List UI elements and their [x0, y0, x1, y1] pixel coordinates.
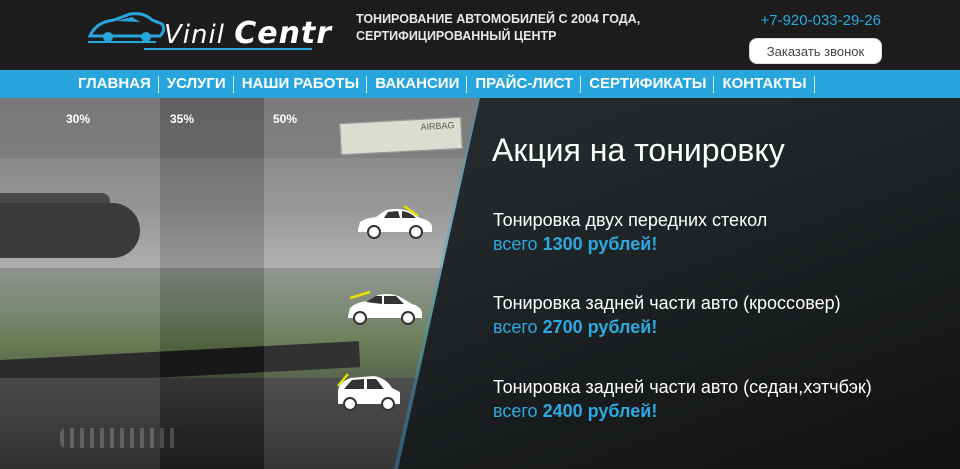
offer-price-prefix: всего — [493, 234, 538, 254]
offer-crossover-rear: Тонировка задней части авто (кроссовер) … — [493, 291, 841, 339]
offer-price-value: 2400 рублей! — [542, 401, 658, 421]
promo-title: Акция на тонировку — [492, 132, 785, 168]
nav-item-portfolio[interactable]: Наши работы — [234, 70, 368, 98]
site-header: Vinil Centr Тонирование автомобилей с 20… — [0, 0, 960, 70]
offer-price-value: 2700 рублей! — [542, 317, 658, 337]
hatchback-rear-icon — [337, 373, 400, 411]
offer-front-windows: Тонировка двух передних стекол всего 130… — [493, 208, 767, 256]
offer-price: всего 2700 рублей! — [493, 315, 841, 339]
site-logo[interactable]: Vinil Centr — [86, 6, 331, 51]
nav-item-contacts[interactable]: Контакты — [714, 70, 815, 98]
nav-list: Главная Услуги Наши работы Вакансии Прай… — [70, 70, 815, 98]
offer-name: Тонировка задней части авто (кроссовер) — [493, 293, 841, 313]
logo-word-centr: Centr — [234, 16, 333, 51]
nav-item-certificates[interactable]: Сертификаты — [581, 70, 715, 98]
callback-button[interactable]: Заказать звонок — [749, 38, 882, 64]
nav-item-vacancies[interactable]: Вакансии — [367, 70, 468, 98]
tint-label-50: 50% — [273, 112, 298, 126]
tint-strip-30 — [0, 98, 160, 469]
logo-word-vinil: Vinil — [164, 20, 225, 50]
tint-strip-35 — [160, 98, 264, 469]
tint-label-30: 30% — [66, 112, 91, 126]
sedan-front-windows-icon — [358, 204, 432, 239]
offer-price-prefix: всего — [493, 317, 538, 337]
logo-car-icon — [87, 12, 166, 43]
crossover-rear-icon — [348, 290, 422, 325]
offer-price: всего 1300 рублей! — [493, 232, 767, 256]
site-tagline: Тонирование автомобилей с 2004 года, сер… — [356, 11, 676, 45]
tagline-line2: сертифицированный центр — [356, 29, 557, 43]
offer-sedan-rear: Тонировка задней части авто (седан,хэтчб… — [493, 375, 872, 423]
offer-price-prefix: всего — [493, 401, 538, 421]
logo-underline — [144, 48, 312, 50]
tint-label-35: 35% — [170, 112, 195, 126]
promo-banner: AIRBAG 30% 35% 50% Акция на тонировку То… — [0, 98, 960, 469]
phone-number-link[interactable]: +7-920-033-29-26 — [760, 12, 881, 29]
tagline-line1: Тонирование автомобилей с 2004 года, — [356, 12, 641, 26]
logo-wordmark: Vinil Centr — [164, 16, 332, 51]
offer-price-value: 1300 рублей! — [542, 234, 658, 254]
main-nav: Главная Услуги Наши работы Вакансии Прай… — [0, 70, 960, 98]
nav-item-pricelist[interactable]: Прайс-лист — [467, 70, 582, 98]
offer-name: Тонировка двух передних стекол — [493, 210, 768, 230]
nav-item-services[interactable]: Услуги — [159, 70, 234, 98]
nav-item-home[interactable]: Главная — [70, 70, 159, 98]
offer-name: Тонировка задней части авто (седан,хэтчб… — [493, 377, 872, 397]
offer-price: всего 2400 рублей! — [493, 399, 872, 423]
